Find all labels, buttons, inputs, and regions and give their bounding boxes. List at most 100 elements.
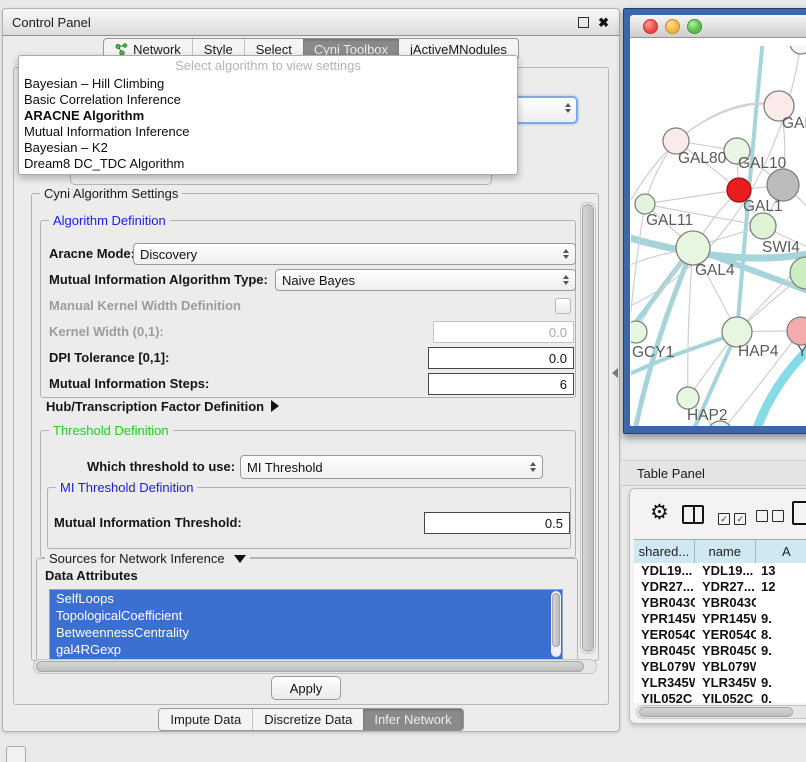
algorithm-option-bayesian-k2[interactable]: Bayesian – K2	[19, 140, 517, 156]
cyni-settings-group: Cyni Algorithm Settings Algorithm Defini…	[31, 193, 599, 661]
split-divider-handle[interactable]	[612, 368, 618, 378]
table-row[interactable]: YIL052CYIL052C0.	[634, 691, 806, 703]
table-row[interactable]: YDR27...YDR27...12	[634, 579, 806, 595]
network-canvas[interactable]: GALGAL80GAL10GAL11GAL1SWI4GAL4GCY1HAP4YH…	[630, 38, 806, 426]
settings-hscrollbar-thumb[interactable]	[36, 661, 584, 672]
column-header-shared[interactable]: shared...	[634, 540, 695, 563]
table-cell: 8.	[756, 627, 806, 643]
export-table-icon[interactable]	[792, 501, 806, 525]
spinner-icon	[524, 462, 536, 472]
aracne-mode-label: Aracne Mode:	[49, 243, 135, 265]
table-row[interactable]: YBR043CYBR043C	[634, 595, 806, 611]
node-label-gcy1: GCY1	[632, 344, 674, 361]
algorithm-dropdown-items: Bayesian – Hill ClimbingBasic Correlatio…	[19, 76, 517, 172]
algorithm-option-dream8-dc-tdc-algorithm[interactable]: Dream8 DC_TDC Algorithm	[19, 156, 517, 172]
network-node[interactable]	[767, 169, 799, 201]
table-row[interactable]: YLR345WYLR345W9.	[634, 675, 806, 691]
deselect-all-checkbox-icon[interactable]	[756, 509, 784, 527]
table-cell: YLR345W	[634, 675, 695, 691]
dpi-tolerance-field[interactable]: 0.0	[428, 347, 574, 369]
hub-definition-toggle[interactable]: Hub/Transcription Factor Definition	[46, 398, 279, 416]
columns-icon[interactable]	[682, 505, 704, 524]
control-panel-titlebar[interactable]: Control Panel ✖	[3, 9, 619, 36]
table-cell: YIL052C	[695, 691, 756, 703]
table-panel-header: Table Panel	[620, 460, 806, 486]
settings-hscrollbar[interactable]	[33, 659, 597, 674]
sources-title[interactable]: Sources for Network Inference	[45, 551, 250, 566]
table-cell: YIL052C	[634, 691, 695, 703]
table-hscrollbar[interactable]	[636, 705, 806, 719]
select-all-checkbox-icon[interactable]: ✓ ✓	[718, 509, 746, 527]
network-node[interactable]	[631, 321, 647, 343]
table-cell: YBR043C	[634, 595, 695, 611]
mi-threshold-field[interactable]: 0.5	[424, 512, 570, 534]
network-node[interactable]	[790, 46, 806, 54]
table-row[interactable]: YBL079WYBL079W	[634, 659, 806, 675]
network-edge[interactable]	[688, 248, 693, 398]
tab-infer-network[interactable]: Infer Network	[363, 709, 462, 730]
table-panel: ⚙ ✓ ✓ shared...nameA YDL19...YDL19...13Y…	[629, 488, 806, 724]
attributes-scrollbar-thumb[interactable]	[552, 593, 560, 647]
minimize-traffic-light[interactable]	[665, 19, 680, 34]
table-cell: 9.	[756, 611, 806, 627]
aracne-mode-select[interactable]: Discovery	[133, 243, 576, 265]
sources-group: Sources for Network Inference Data Attri…	[36, 558, 578, 660]
kernel-width-label: Kernel Width (0,1):	[49, 321, 164, 343]
table-cell: 9.	[756, 675, 806, 691]
node-label-gal1: GAL1	[743, 198, 783, 215]
tab-discretize-data[interactable]: Discretize Data	[252, 709, 363, 730]
kernel-width-field[interactable]: 0.0	[433, 321, 574, 343]
which-threshold-select[interactable]: MI Threshold	[240, 455, 543, 479]
collapse-down-icon	[234, 555, 246, 563]
tab-impute-data[interactable]: Impute Data	[159, 709, 252, 730]
table-row[interactable]: YER054CYER054C8.	[634, 627, 806, 643]
algorithm-option-aracne-algorithm[interactable]: ARACNE Algorithm	[19, 108, 517, 124]
table-hscrollbar-thumb[interactable]	[639, 707, 793, 717]
table-row[interactable]: YBR045CYBR045C9.	[634, 643, 806, 659]
table-row[interactable]: YDL19...YDL19...13	[634, 563, 806, 579]
algorithm-option-mutual-information-inference[interactable]: Mutual Information Inference	[19, 124, 517, 140]
mi-algorithm-type-select[interactable]: Naive Bayes	[275, 269, 576, 291]
network-node[interactable]	[676, 231, 710, 265]
mi-steps-field[interactable]: 6	[428, 373, 574, 395]
table-cell: YLR345W	[695, 675, 756, 691]
gear-icon[interactable]: ⚙	[650, 502, 669, 523]
attribute-item-betweennesscentrality[interactable]: BetweennessCentrality	[50, 624, 562, 641]
threshold-definition-title: Threshold Definition	[49, 423, 173, 438]
attributes-scrollbar[interactable]	[551, 591, 561, 657]
manual-kernel-width-checkbox[interactable]	[555, 298, 571, 314]
attribute-item-gal4rgexp[interactable]: gal4RGexp	[50, 641, 562, 658]
table-row[interactable]: YPR145WYPR145W9.	[634, 611, 806, 627]
table-cell	[756, 595, 806, 611]
node-label-swi4: SWI4	[762, 239, 800, 256]
zoom-traffic-light[interactable]	[687, 19, 702, 34]
network-window-titlebar[interactable]	[630, 15, 806, 38]
network-node[interactable]	[750, 213, 776, 239]
network-node[interactable]	[635, 194, 655, 214]
apply-button[interactable]: Apply	[271, 676, 341, 700]
manual-kernel-width-label: Manual Kernel Width Definition	[49, 295, 241, 317]
algorithm-definition-group: Algorithm Definition Aracne Mode: Discov…	[40, 220, 576, 398]
settings-scrollbar[interactable]	[580, 202, 596, 654]
float-icon[interactable]	[578, 17, 589, 28]
attribute-item-topologicalcoefficient[interactable]: TopologicalCoefficient	[50, 607, 562, 624]
algorithm-option-basic-correlation-inference[interactable]: Basic Correlation Inference	[19, 92, 517, 108]
table-cell: YBL079W	[634, 659, 695, 675]
algorithm-option-bayesian-hill-climbing[interactable]: Bayesian – Hill Climbing	[19, 76, 517, 92]
network-node[interactable]	[677, 387, 699, 409]
network-edge[interactable]	[645, 190, 739, 204]
column-header-a[interactable]: A	[756, 540, 806, 563]
close-traffic-light[interactable]	[643, 19, 658, 34]
node-label-gal: GAL	[782, 115, 806, 132]
column-header-name[interactable]: name	[695, 540, 756, 563]
minimized-panel-button[interactable]	[6, 746, 26, 762]
table-cell: YDL19...	[695, 563, 756, 579]
network-node[interactable]	[787, 317, 806, 345]
table-rows: YDL19...YDL19...13YDR27...YDR27...12YBR0…	[634, 563, 806, 703]
desktop: Control Panel ✖ NetworkStyleSelectCyni T…	[0, 0, 806, 762]
attribute-item-selfloops[interactable]: SelfLoops	[50, 590, 562, 607]
data-attributes-list[interactable]: SelfLoopsTopologicalCoefficientBetweenne…	[49, 589, 563, 661]
expand-right-icon	[271, 400, 279, 412]
settings-scrollbar-thumb[interactable]	[582, 204, 594, 652]
close-icon[interactable]: ✖	[598, 16, 609, 29]
